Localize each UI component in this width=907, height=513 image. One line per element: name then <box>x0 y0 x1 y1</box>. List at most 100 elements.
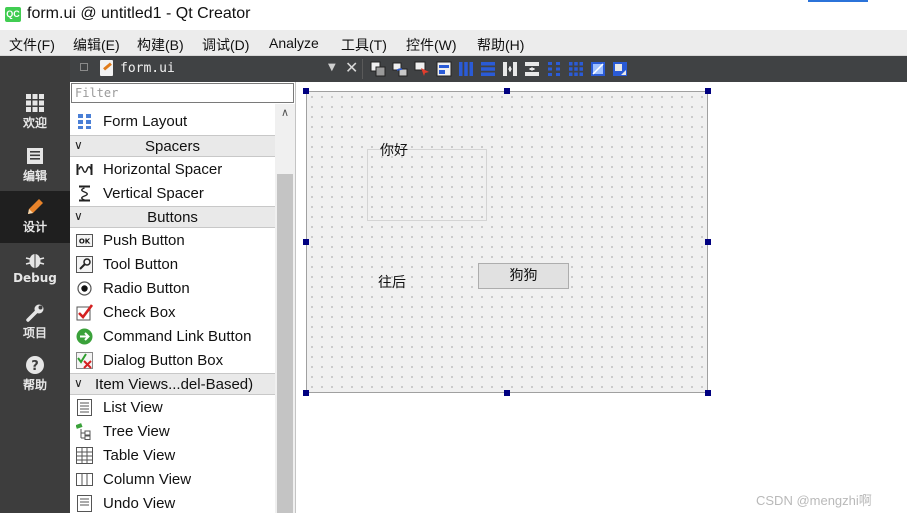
list-item-column-view[interactable]: Column View <box>70 468 275 492</box>
menu-window[interactable]: 控件(W) <box>406 35 457 55</box>
layout-vertical-icon[interactable] <box>480 61 496 77</box>
pencil-icon <box>28 199 43 214</box>
open-file-name[interactable]: form.ui <box>120 61 175 76</box>
push-button-icon: OK <box>76 234 93 247</box>
mode-label: 帮助 <box>22 378 47 392</box>
editor-toolbar: form.ui ▼ ✕ <box>70 56 907 82</box>
close-icon[interactable]: ✕ <box>345 58 358 77</box>
list-item-list-view[interactable]: List View <box>70 396 275 420</box>
edit-signals-slots-icon[interactable] <box>392 61 408 77</box>
vertical-spacer-icon <box>79 185 90 202</box>
list-item-tree-view[interactable]: Tree View <box>70 420 275 444</box>
list-item-horizontal-spacer[interactable]: Horizontal Spacer <box>70 158 275 182</box>
check-box-icon <box>76 304 93 321</box>
mode-label: 设计 <box>22 220 47 234</box>
mode-help[interactable]: ? 帮助 <box>0 349 70 401</box>
ui-file-icon <box>100 60 113 76</box>
resize-handle-right[interactable] <box>705 239 711 245</box>
scroll-up-icon[interactable]: ∧ <box>275 104 295 122</box>
list-item-label: Tool Button <box>103 256 179 273</box>
table-view-icon <box>76 447 93 464</box>
category-buttons[interactable]: ∨ Buttons <box>70 206 275 228</box>
list-item-label: Radio Button <box>103 280 190 297</box>
widget-list: Form Layout ∨ Spacers Horizontal Spacer … <box>70 104 275 513</box>
list-item-dialog-button-box[interactable]: Dialog Button Box <box>70 349 275 373</box>
form-layout-icon <box>78 114 91 129</box>
list-item-form-layout[interactable]: Form Layout <box>70 110 275 134</box>
list-item-vertical-spacer[interactable]: Vertical Spacer <box>70 182 275 206</box>
resize-handle-bottom[interactable] <box>504 390 510 396</box>
list-item-check-box[interactable]: Check Box <box>70 301 275 325</box>
list-item-tool-button[interactable]: Tool Button <box>70 253 275 277</box>
list-item-label: Table View <box>103 447 176 464</box>
mode-edit[interactable]: 编辑 <box>0 140 70 192</box>
widget-list-scrollbar[interactable]: ∧ <box>275 104 295 513</box>
resize-handle-bottom-left[interactable] <box>303 390 309 396</box>
menu-tools[interactable]: 工具(T) <box>341 35 387 55</box>
layout-horizontal-icon[interactable] <box>458 61 474 77</box>
scrollbar-thumb[interactable] <box>277 174 293 513</box>
form-push-button[interactable]: 狗狗 <box>478 263 569 289</box>
mode-label: 编辑 <box>22 169 47 183</box>
mode-projects[interactable]: 项目 <box>0 297 70 349</box>
menu-build[interactable]: 构建(B) <box>137 35 184 55</box>
list-item-label: Check Box <box>103 304 176 321</box>
column-view-icon <box>76 473 93 486</box>
layout-vertical-splitter-icon[interactable] <box>524 61 540 77</box>
mode-design[interactable]: 设计 <box>0 191 70 243</box>
category-label: Spacers <box>144 138 201 155</box>
dialog-button-box-icon <box>76 352 93 369</box>
mode-selector: 欢迎 编辑 设计 Debug 项目 ? 帮助 <box>0 56 70 513</box>
undo-view-icon <box>77 495 92 512</box>
list-item-radio-button[interactable]: Radio Button <box>70 277 275 301</box>
menu-help[interactable]: 帮助(H) <box>477 35 524 55</box>
mode-welcome[interactable]: 欢迎 <box>0 87 70 139</box>
filter-placeholder: Filter <box>75 86 119 100</box>
list-item-push-button[interactable]: OK Push Button <box>70 229 275 253</box>
edit-widgets-icon[interactable] <box>370 61 386 77</box>
mode-label: 项目 <box>22 326 47 340</box>
menu-debug[interactable]: 调试(D) <box>202 35 249 55</box>
list-item-undo-view[interactable]: Undo View <box>70 492 275 513</box>
title-bar: QC form.ui @ untitled1 - Qt Creator <box>0 0 907 30</box>
wrench-icon <box>26 304 44 322</box>
menu-edit[interactable]: 编辑(E) <box>73 35 120 55</box>
widget-box: Filter Form Layout ∨ Spacers Horizontal … <box>70 82 296 513</box>
label-back[interactable]: 往后 <box>378 272 406 292</box>
resize-handle-top-right[interactable] <box>705 88 711 94</box>
layout-horizontal-splitter-icon[interactable] <box>502 61 518 77</box>
edit-tab-order-icon[interactable] <box>436 61 452 77</box>
list-item-label: Push Button <box>103 232 185 249</box>
layout-grid-icon[interactable] <box>568 61 584 77</box>
title-accent-bar <box>808 0 868 2</box>
resize-handle-left[interactable] <box>303 239 309 245</box>
chevron-down-icon[interactable]: ▼ <box>328 62 336 73</box>
resize-handle-top-left[interactable] <box>303 88 309 94</box>
watermark: CSDN @mengzhi啊 <box>756 493 872 508</box>
list-item-command-link-button[interactable]: Command Link Button <box>70 325 275 349</box>
menu-file[interactable]: 文件(F) <box>9 35 55 55</box>
category-item-views[interactable]: ∨ Item Views...del-Based) <box>70 373 275 395</box>
category-spacers[interactable]: ∨ Spacers <box>70 135 275 157</box>
menu-analyze[interactable]: Analyze <box>269 35 319 51</box>
form-widget[interactable]: 你好 往后 狗狗 <box>306 91 708 393</box>
list-item-label: Form Layout <box>103 113 188 130</box>
list-view-icon <box>77 399 92 416</box>
lock-icon <box>80 63 88 71</box>
mode-debug[interactable]: Debug <box>0 244 70 296</box>
radio-button-icon <box>77 281 92 296</box>
resize-handle-bottom-right[interactable] <box>705 390 711 396</box>
list-item-table-view[interactable]: Table View <box>70 444 275 468</box>
layout-form-icon[interactable] <box>546 61 562 77</box>
break-layout-icon[interactable] <box>590 61 606 77</box>
menu-bar: 文件(F) 编辑(E) 构建(B) 调试(D) Analyze 工具(T) 控件… <box>0 30 907 56</box>
edit-buddies-icon[interactable] <box>414 61 430 77</box>
list-item-label: List View <box>103 399 163 416</box>
form-editor-canvas: 你好 往后 狗狗 <box>297 82 907 513</box>
resize-handle-top[interactable] <box>504 88 510 94</box>
list-item-label: Command Link Button <box>103 328 252 345</box>
adjust-size-icon[interactable] <box>612 61 628 77</box>
label-hello[interactable]: 你好 <box>380 140 408 160</box>
filter-input[interactable]: Filter <box>71 83 294 103</box>
grid-icon <box>26 94 44 112</box>
